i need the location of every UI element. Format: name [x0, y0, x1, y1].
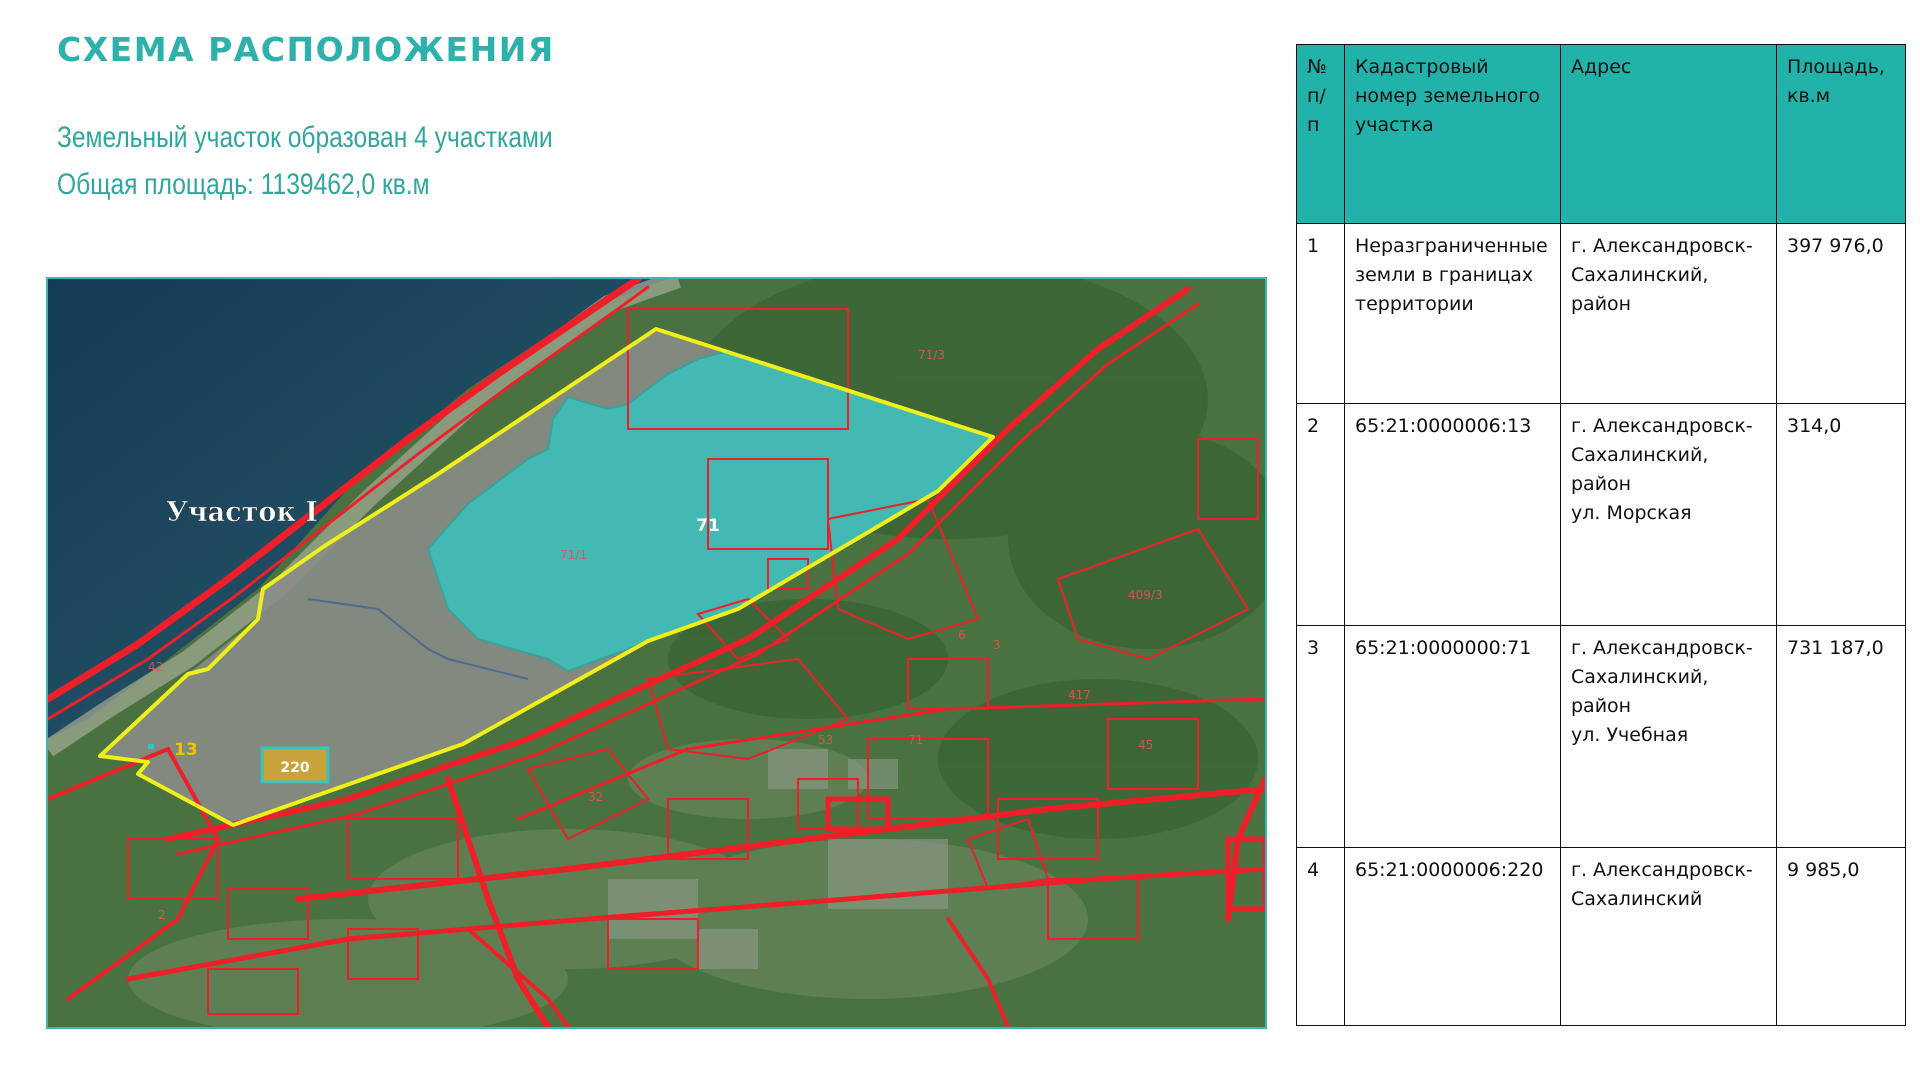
row-cadastral-number: 65:21:0000006:220	[1344, 847, 1561, 1026]
row-address: г. Александровск-Сахалинский, район ул. …	[1560, 625, 1777, 848]
row-cadastral-number: 65:21:0000000:71	[1344, 625, 1561, 848]
cadastral-table: № п/п Кадастровый номер земельного участ…	[1296, 44, 1906, 1026]
row-address: г. Александровск-Сахалинский, район ул. …	[1560, 403, 1777, 626]
parcel-13[interactable]	[148, 744, 154, 749]
table-row: 2 65:21:0000006:13 г. Александровск-Саха…	[1296, 403, 1906, 626]
parcel-71-label: 71	[696, 516, 720, 536]
header-number: № п/п	[1296, 44, 1345, 224]
table-row: 4 65:21:0000006:220 г. Александровск-Сах…	[1296, 847, 1906, 1026]
row-cadastral-number: 65:21:0000006:13	[1344, 403, 1561, 626]
faint-label: 53	[818, 733, 833, 747]
faint-label: 71	[908, 733, 923, 747]
faint-label: 417	[1068, 688, 1091, 702]
faint-label: 42	[148, 660, 163, 674]
table-row: 1 Неразграниченные земли в границах терр…	[1296, 223, 1906, 404]
row-area: 397 976,0	[1776, 223, 1906, 404]
faint-label: 2	[158, 908, 166, 922]
header-area: Площадь, кв.м	[1776, 44, 1906, 224]
faint-label: 6	[958, 628, 966, 642]
row-number: 1	[1296, 223, 1345, 404]
row-number: 4	[1296, 847, 1345, 1026]
faint-label: 45	[1138, 738, 1153, 752]
faint-label: 71/3	[918, 348, 945, 362]
page-title: СХЕМА РАСПОЛОЖЕНИЯ	[57, 30, 555, 69]
row-area: 9 985,0	[1776, 847, 1906, 1026]
subtitle-total-area: Общая площадь: 1139462,0 кв.м	[57, 168, 430, 201]
faint-label: 32	[588, 790, 603, 804]
faint-label: 71/1	[560, 548, 587, 562]
row-number: 3	[1296, 625, 1345, 848]
header-address: Адрес	[1560, 44, 1777, 224]
row-address: г. Александровск-Сахалинский	[1560, 847, 1777, 1026]
faint-label: 3	[993, 638, 1001, 652]
row-address: г. Александровск-Сахалинский, район	[1560, 223, 1777, 404]
row-cadastral-number: Неразграниченные земли в границах террит…	[1344, 223, 1561, 404]
row-area: 731 187,0	[1776, 625, 1906, 848]
area-label: Участок I	[166, 497, 318, 528]
faint-label: 409/3	[1128, 588, 1163, 602]
parcel-220-label: 220	[280, 760, 309, 776]
table-row: 3 65:21:0000000:71 г. Александровск-Саха…	[1296, 625, 1906, 848]
location-map[interactable]: 71/3 71/1 42 409/3 417 3 53 32 71 6 45 2…	[46, 277, 1267, 1029]
map-canvas: 71/3 71/1 42 409/3 417 3 53 32 71 6 45 2…	[48, 279, 1265, 1027]
subtitle-parcels: Земельный участок образован 4 участками	[57, 121, 553, 154]
row-number: 2	[1296, 403, 1345, 626]
header-cadastral-number: Кадастровый номер земельного участка	[1344, 44, 1561, 224]
row-area: 314,0	[1776, 403, 1906, 626]
parcel-13-label: 13	[174, 740, 198, 760]
